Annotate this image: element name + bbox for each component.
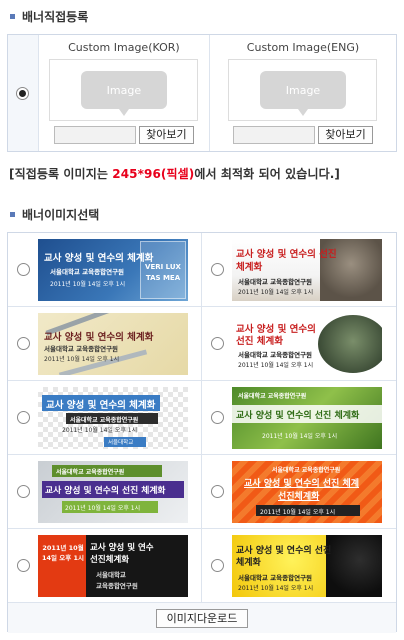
banner-title: 교사 양성 및 연수의 체계화 <box>44 331 154 343</box>
banner-date: 2011년 10월 14일 오후 1시 <box>262 432 338 440</box>
banner-date: 2011년 10월 14일 오후 1시 <box>238 288 314 296</box>
banner-title-line2: 체계화 <box>236 261 263 273</box>
image-download-button[interactable]: 이미지다운로드 <box>155 608 249 628</box>
banner-title: 교사 양성 및 연수의 선진 <box>236 248 337 260</box>
banner-option: 2011년 10월 14일 오후 1시 교사 양성 및 연수 선진체계화 서울대… <box>8 529 202 603</box>
banner-org: 서울대학교 교육종합연구원 <box>238 277 313 286</box>
banner-date: 2011년 10월 14일 오후 1시 <box>62 426 138 434</box>
banner-org: 서울대학교 교육종합연구원 <box>238 573 313 582</box>
banner-radio[interactable] <box>210 485 224 498</box>
banner-radio[interactable] <box>16 337 30 350</box>
banner-org: 서울대학교 교육종합연구원 <box>50 267 125 276</box>
banner-option: 교사 양성 및 연수의 체계화 서울대학교 교육종합연구원 2011년 10월 … <box>8 381 202 455</box>
section-title-select-text: 배너이미지선택 <box>22 208 100 222</box>
banner-image[interactable]: 교사 양성 및 연수의 체계화 서울대학교 교육종합연구원 2011년 10월 … <box>38 386 188 449</box>
banner-date: 2011년 10월 14일 오후 1시 <box>238 361 314 369</box>
banner-image[interactable]: 2011년 10월 14일 오후 1시 교사 양성 및 연수 선진체계화 서울대… <box>38 534 188 597</box>
banner-date: 2011년 10월 14일 오후 1시 <box>238 584 314 592</box>
banner-title: 교사 양성 및 연수의 선진 체계 <box>244 478 360 489</box>
banner-org-line2: 교육종합연구원 <box>96 581 138 590</box>
banner-image[interactable]: 서울대학교 교육종합연구원 교사 양성 및 연수의 선진 체계화 2011년 1… <box>38 460 188 523</box>
kor-file-field[interactable] <box>54 126 137 144</box>
notice-size: 245*96(픽셀) <box>112 167 195 181</box>
banner-option: 서울대학교 교육종합연구원 교사 양성 및 연수의 선진 체계화 2011년 1… <box>8 455 202 529</box>
bullet-icon <box>10 212 15 217</box>
custom-image-kor-panel: Custom Image(KOR) Image 찾아보기 <box>37 35 209 151</box>
banner-option: 서울대학교 교육종합연구원 교사 양성 및 연수의 선진 체계 선진체계화 20… <box>202 455 396 529</box>
banner-option: 서울대학교 교육종합연구원 교사 양성 및 연수의 선진 체계화 2011년 1… <box>202 381 396 455</box>
banner-image[interactable]: 서울대학교 교육종합연구원 교사 양성 및 연수의 선진 체계화 2011년 1… <box>232 386 382 449</box>
section-title-direct: 배너직접등록 <box>10 8 88 25</box>
image-placeholder-icon: Image <box>80 71 167 116</box>
custom-image-eng-panel: Custom Image(ENG) Image 찾아보기 <box>208 35 396 151</box>
custom-image-kor-preview: Image <box>49 59 199 121</box>
seal-text: VERI LUX TAS MEA <box>145 262 181 282</box>
kor-browse-button[interactable]: 찾아보기 <box>139 126 194 144</box>
banner-option: 교사 양성 및 연수의 선진 체계화 서울대학교 교육종합연구원 2011년 1… <box>202 233 396 307</box>
notice-suffix: 에서 최적화 되어 있습니다.] <box>194 167 340 181</box>
banner-title: 교사 양성 및 연수의 선진 체계화 <box>236 410 360 421</box>
notice-prefix: [직접등록 이미지는 <box>9 167 113 181</box>
image-placeholder-label: Image <box>285 83 321 97</box>
banner-radio[interactable] <box>16 485 30 498</box>
banner-org: 서울대학교 교육종합연구원 <box>56 468 125 476</box>
banner-radio[interactable] <box>16 559 30 572</box>
banner-title-line2: 선진체계화 <box>90 554 130 565</box>
size-notice: [직접등록 이미지는 245*96(픽셀)에서 최적화 되어 있습니다.] <box>9 165 340 182</box>
section-title-direct-text: 배너직접등록 <box>22 10 89 24</box>
banner-image[interactable]: 교사 양성 및 연수의 선진 체계화 서울대학교 교육종합연구원 2011년 1… <box>232 312 382 375</box>
banner-org: 서울대학교 <box>96 570 126 579</box>
banner-image[interactable]: 교사 양성 및 연수의 체계화 서울대학교 교육종합연구원 2011년 10월 … <box>38 312 188 375</box>
banner-title-line2: 선진 체계화 <box>236 335 284 347</box>
direct-radio[interactable] <box>16 86 30 100</box>
banner-option: 교사 양성 및 연수의 체계화 서울대학교 교육종합연구원 2011년 10월 … <box>8 307 202 381</box>
banner-title: 교사 양성 및 연수 <box>90 542 154 553</box>
eng-file-field[interactable] <box>233 126 316 144</box>
banner-radio[interactable] <box>210 411 224 424</box>
banner-org: 서울대학교 교육종합연구원 <box>238 350 313 359</box>
group-photo <box>318 314 382 373</box>
download-row: 이미지다운로드 <box>8 603 396 633</box>
banner-org: 서울대학교 교육종합연구원 <box>70 416 139 424</box>
banner-sub-label: 서울대학교 <box>108 439 134 446</box>
banner-image[interactable]: 교사 양성 및 연수의 선진 체계화 서울대학교 교육종합연구원 2011년 1… <box>232 534 382 597</box>
photo-block <box>326 534 382 597</box>
banner-date: 2011년 10월 14일 오후 1시 <box>50 280 126 288</box>
banner-radio[interactable] <box>16 411 30 424</box>
direct-upload-box: Custom Image(KOR) Image 찾아보기 Custom Imag… <box>7 34 397 152</box>
banner-title-line2: 선진체계화 <box>278 491 320 502</box>
banner-option: VERI LUX TAS MEA 교사 양성 및 연수의 체계화 서울대학교 교… <box>8 233 202 307</box>
banner-option: 교사 양성 및 연수의 선진 체계화 서울대학교 교육종합연구원 2011년 1… <box>202 529 396 603</box>
custom-image-eng-caption: Custom Image(ENG) <box>246 41 360 54</box>
image-placeholder-icon: Image <box>259 71 346 116</box>
banner-radio[interactable] <box>16 263 30 276</box>
bullet-icon <box>10 14 15 19</box>
banner-org: 서울대학교 교육종합연구원 <box>44 344 119 353</box>
image-placeholder-label: Image <box>106 83 142 97</box>
custom-image-eng-preview: Image <box>228 59 378 121</box>
banner-select-box: VERI LUX TAS MEA 교사 양성 및 연수의 체계화 서울대학교 교… <box>7 232 397 633</box>
banner-radio[interactable] <box>210 337 224 350</box>
section-title-select: 배너이미지선택 <box>10 206 99 223</box>
banner-title: 교사 양성 및 연수의 체계화 <box>44 252 154 264</box>
banner-date: 2011년 10월 14일 오후 1시 <box>42 543 85 562</box>
banner-title: 교사 양성 및 연수의 선진 체계화 <box>45 485 166 496</box>
banner-date: 2011년 10월 14일 오후 1시 <box>44 355 120 363</box>
banner-title: 교사 양성 및 연수의 체계화 <box>46 399 156 411</box>
banner-date: 2011년 10월 14일 오후 1시 <box>65 504 141 512</box>
banner-date: 2011년 10월 14일 오후 1시 <box>260 508 336 516</box>
banner-title-line2: 체계화 <box>236 557 261 568</box>
banner-radio[interactable] <box>210 263 224 276</box>
banner-image[interactable]: VERI LUX TAS MEA 교사 양성 및 연수의 체계화 서울대학교 교… <box>38 238 188 301</box>
custom-image-kor-caption: Custom Image(KOR) <box>68 41 180 54</box>
banner-org: 서울대학교 교육종합연구원 <box>238 392 307 400</box>
eng-browse-button[interactable]: 찾아보기 <box>318 126 373 144</box>
banner-radio[interactable] <box>210 559 224 572</box>
banner-org: 서울대학교 교육종합연구원 <box>272 466 341 474</box>
banner-option: 교사 양성 및 연수의 선진 체계화 서울대학교 교육종합연구원 2011년 1… <box>202 307 396 381</box>
direct-radio-cell <box>8 35 38 151</box>
banner-image[interactable]: 서울대학교 교육종합연구원 교사 양성 및 연수의 선진 체계 선진체계화 20… <box>232 460 382 523</box>
banner-image[interactable]: 교사 양성 및 연수의 선진 체계화 서울대학교 교육종합연구원 2011년 1… <box>232 238 382 301</box>
